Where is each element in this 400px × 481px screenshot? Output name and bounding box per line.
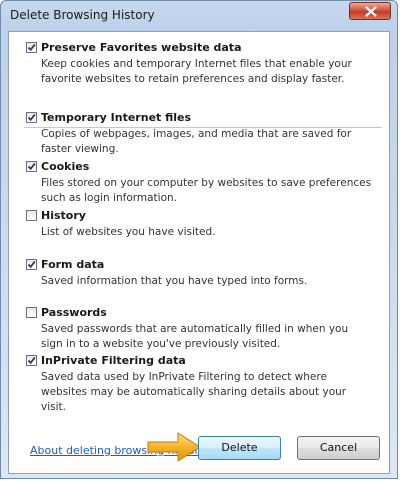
inprivate-filtering-checkbox[interactable] (26, 355, 37, 366)
form-data-checkbox[interactable] (26, 259, 37, 270)
cookies-checkbox[interactable] (26, 161, 37, 172)
history-checkbox[interactable] (26, 210, 37, 221)
checkmark-icon (27, 163, 36, 171)
cookies-description: Files stored on your computer by website… (41, 177, 372, 204)
preserve-favorites-checkbox[interactable] (26, 42, 37, 53)
inprivate-filtering-description: Saved data used by InPrivate Filtering t… (41, 371, 347, 413)
form-data-label: Form data (41, 258, 105, 271)
option-history: History List of websites you have visite… (26, 209, 376, 238)
preserve-favorites-description: Keep cookies and temporary Internet file… (41, 58, 352, 85)
option-passwords: Passwords Saved passwords that are autom… (26, 306, 376, 350)
option-temporary-internet-files: Temporary Internet files Copies of webpa… (26, 111, 376, 155)
cancel-button[interactable]: Cancel (297, 436, 380, 460)
option-inprivate-filtering: InPrivate Filtering data Saved data used… (26, 354, 376, 413)
temporary-internet-files-label: Temporary Internet files (41, 111, 192, 124)
checkmark-icon (27, 357, 36, 365)
passwords-checkbox[interactable] (26, 307, 37, 318)
preserve-favorites-label: Preserve Favorites website data (41, 41, 242, 54)
passwords-description: Saved passwords that are automatically f… (41, 323, 349, 350)
inprivate-filtering-label: InPrivate Filtering data (41, 354, 186, 367)
checkmark-icon (27, 114, 36, 122)
form-data-description: Saved information that you have typed in… (41, 275, 308, 287)
cookies-label: Cookies (41, 160, 90, 173)
option-form-data: Form data Saved information that you hav… (26, 258, 376, 287)
title-bar[interactable]: Delete Browsing History (1, 1, 397, 31)
window-title: Delete Browsing History (10, 8, 155, 22)
checkmark-icon (27, 44, 36, 52)
delete-button[interactable]: Delete (198, 436, 281, 460)
delete-browsing-history-dialog: Delete Browsing History Preserve Favorit… (0, 0, 398, 479)
temporary-internet-files-checkbox[interactable] (26, 112, 37, 123)
arrow-pointer-icon (147, 432, 201, 462)
checkmark-icon (27, 261, 36, 269)
temporary-internet-files-description: Copies of webpages, images, and media th… (41, 128, 352, 155)
history-description: List of websites you have visited. (41, 226, 216, 238)
passwords-label: Passwords (41, 306, 107, 319)
close-button[interactable] (349, 2, 391, 20)
dialog-content: Preserve Favorites website data Keep coo… (8, 31, 390, 474)
close-icon (365, 6, 377, 17)
option-cookies: Cookies Files stored on your computer by… (26, 160, 376, 204)
option-preserve-favorites: Preserve Favorites website data Keep coo… (26, 41, 376, 85)
history-label: History (41, 209, 86, 222)
